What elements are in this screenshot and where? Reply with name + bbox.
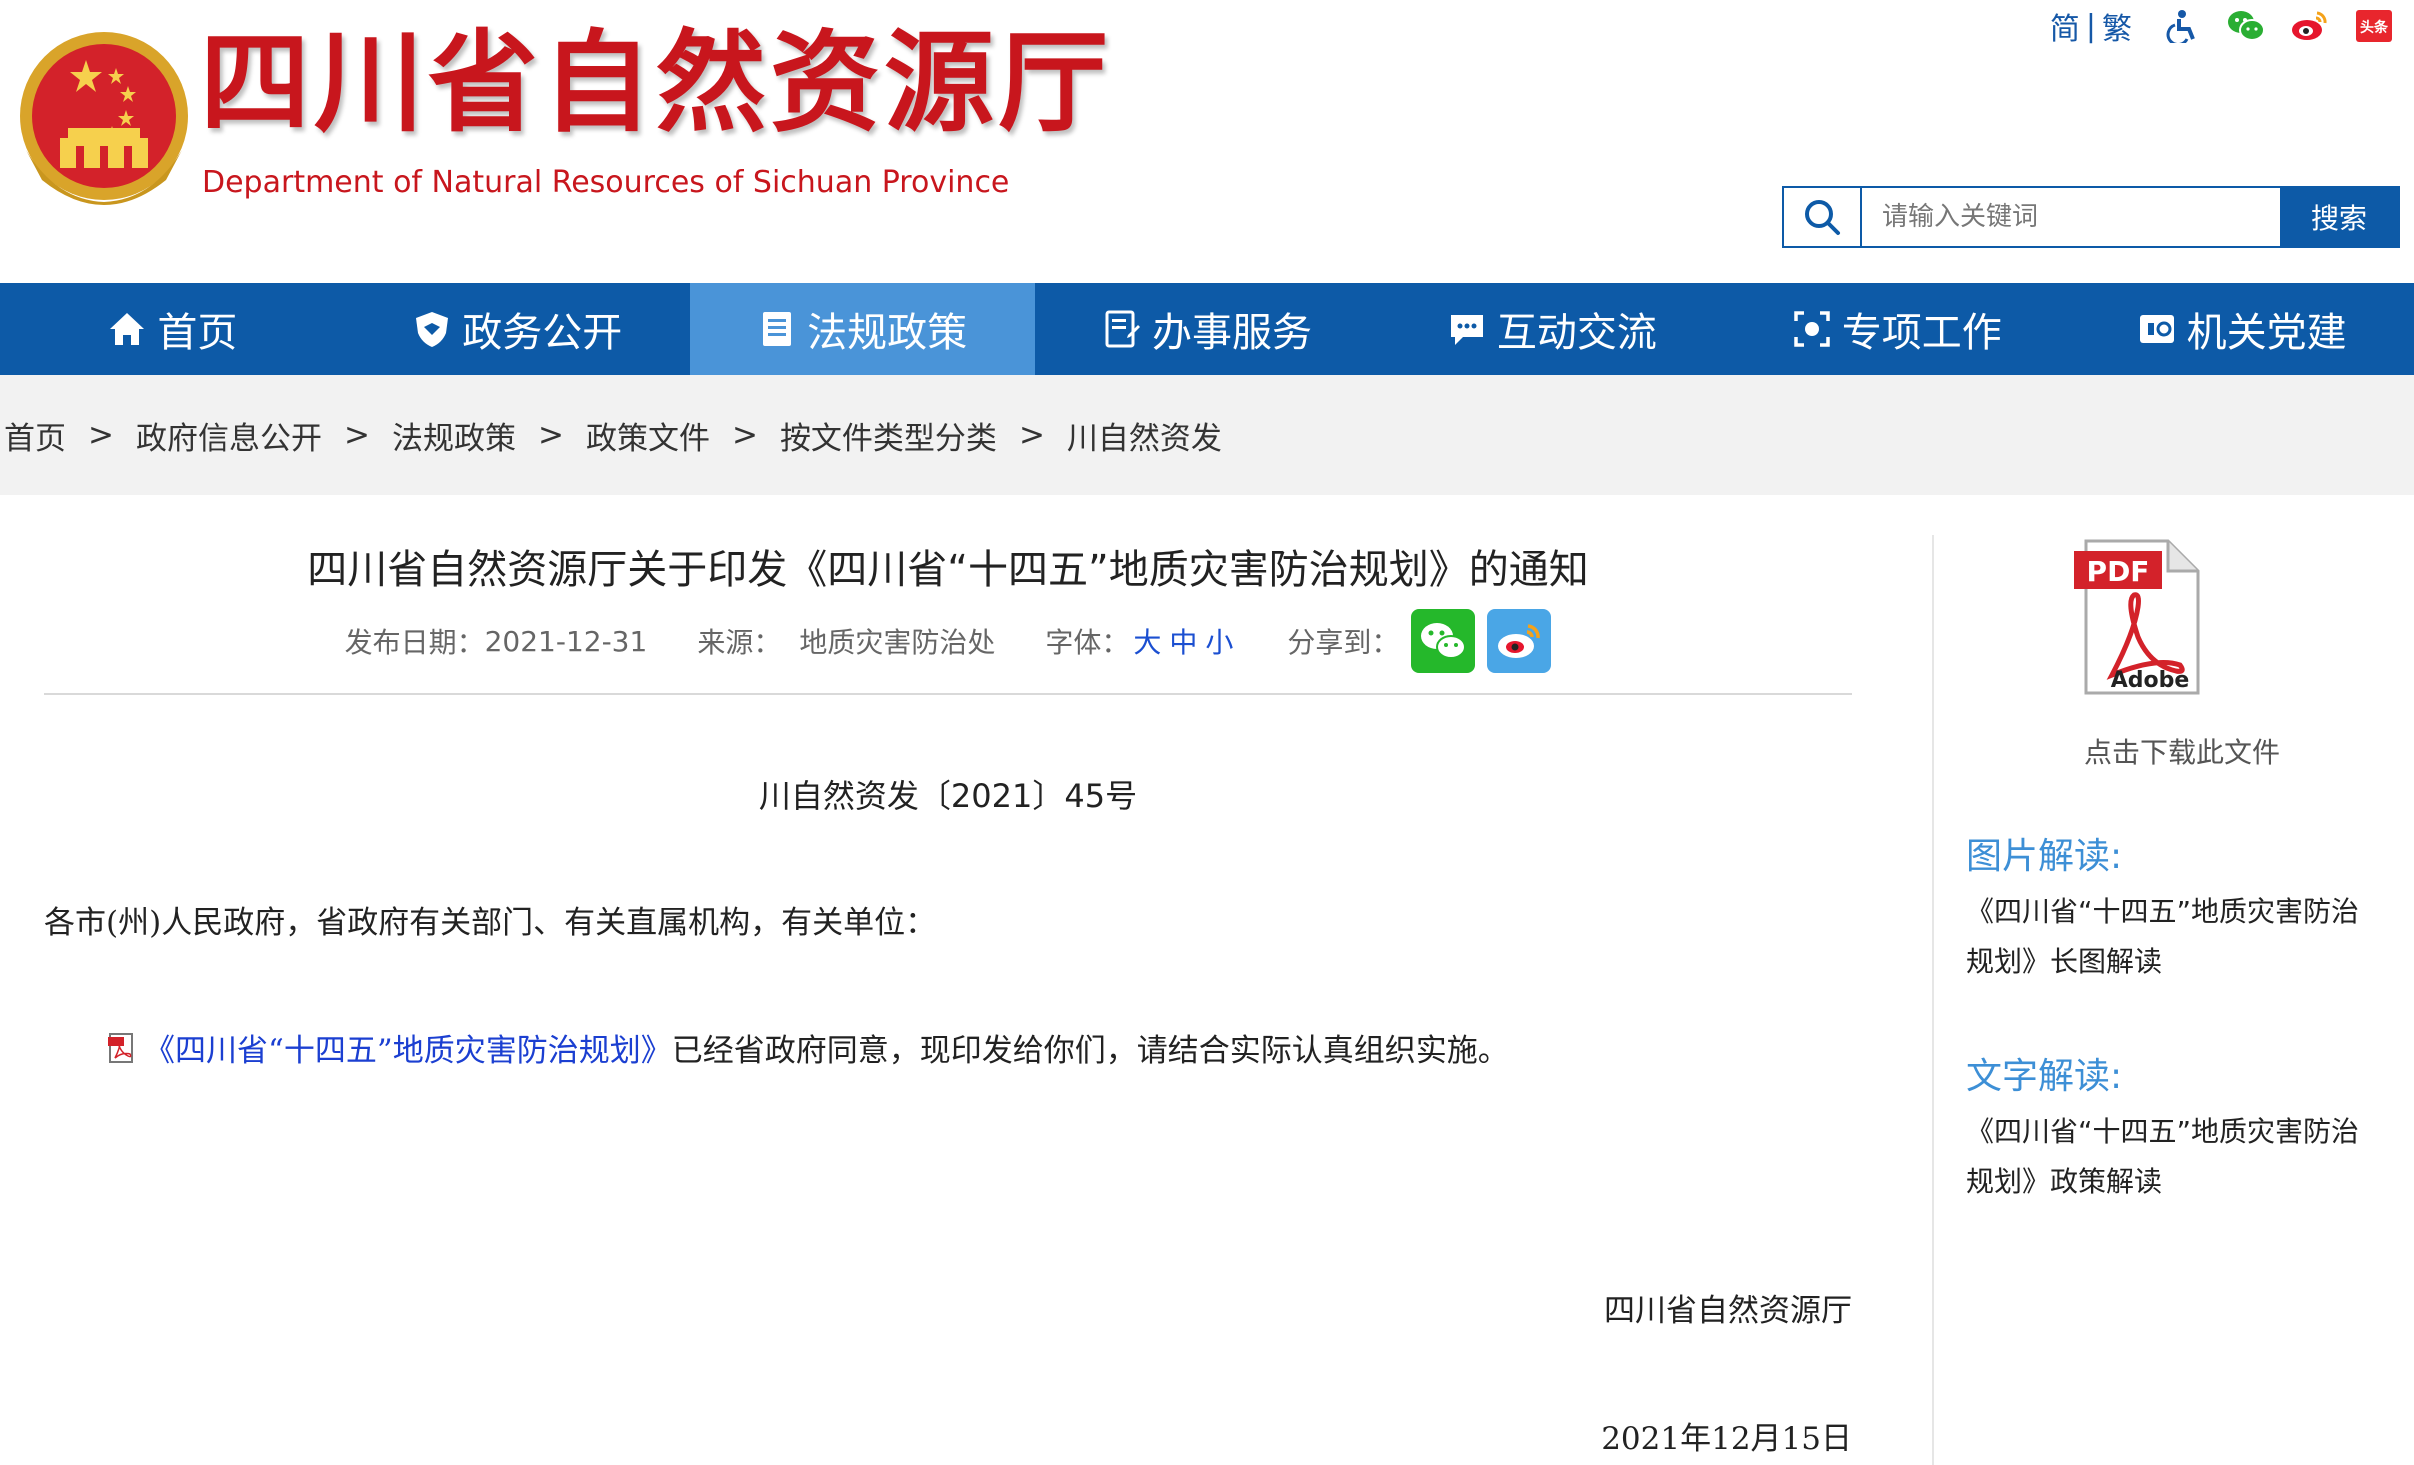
nav-item-special-work[interactable]: 专项工作 [1724, 283, 2069, 375]
plan-document-link[interactable]: 《四川省“十四五”地质灾害防治规划》 [144, 1025, 672, 1070]
pdf-file-icon [108, 1032, 133, 1063]
nav-label: 互动交流 [1496, 310, 1657, 356]
body-text: 已经省政府同意，现印发给你们，请结合实际认真组织实施。 [671, 1033, 1509, 1069]
breadcrumb-home[interactable]: 首页 [4, 413, 66, 458]
weibo-icon[interactable] [2290, 6, 2330, 46]
font-large-button[interactable]: 大 [1133, 621, 1161, 661]
pdf-download-caption[interactable]: 点击下载此文件 [1962, 731, 2402, 771]
document-number: 川自然资发〔2021〕45号 [758, 777, 1138, 815]
search-input[interactable] [1862, 188, 2280, 246]
font-medium-button[interactable]: 中 [1169, 621, 1197, 661]
title-divider [44, 693, 1852, 695]
article-meta: 发布日期： 2021-12-31 来源： 地质灾害防治处 字体： 大 中 小 分… [44, 609, 1852, 673]
share-wechat-button[interactable] [1411, 609, 1476, 673]
share-label: 分享到： [1287, 626, 1400, 659]
image-interpretation-heading: 图片解读: [1966, 836, 2123, 877]
article-main: 四川省自然资源厅关于印发《四川省“十四五”地质灾害防治规划》的通知 发布日期： … [44, 495, 1852, 1465]
site-header: 四川省自然资源厅 Department of Natural Resources… [0, 0, 2414, 283]
signature-date: 2021年12月15日 [1601, 1421, 1852, 1457]
salutation: 各市(州)人民政府，省政府有关部门、有关直属机构，有关单位： [44, 905, 937, 941]
breadcrumb-current[interactable]: 川自然资发 [1067, 413, 1222, 458]
sidebar: PDF Adobe 点击下载此文件 图片解读: 《四川省“十四五”地质灾害防治规… [1962, 495, 2402, 1465]
simplified-chinese-link[interactable]: 简 [2044, 4, 2086, 48]
nav-item-government-affairs[interactable]: 政务公开 [345, 283, 690, 375]
text-interpretation-heading: 文字解读: [1966, 1056, 2123, 1097]
shield-icon [416, 312, 449, 347]
toutiao-label: 头条 [2360, 19, 2389, 36]
nav-label: 政务公开 [462, 310, 623, 356]
publish-date: 2021-12-31 [484, 624, 648, 658]
document-icon [763, 312, 792, 346]
breadcrumb-separator: > [537, 417, 564, 453]
pdf-download-icon[interactable]: PDF Adobe [2072, 537, 2202, 697]
breadcrumb-separator: > [343, 417, 370, 453]
breadcrumb-gov-info[interactable]: 政府信息公开 [136, 413, 322, 458]
breadcrumb-policy-docs[interactable]: 政策文件 [586, 413, 710, 458]
breadcrumb-separator: > [1018, 417, 1045, 453]
signature-org: 四川省自然资源厅 [1604, 1293, 1852, 1329]
site-title: 四川省自然资源厅 [200, 19, 1112, 147]
traditional-chinese-link[interactable]: 繁 [2096, 4, 2138, 48]
search-button[interactable]: 搜索 [2280, 188, 2398, 246]
toutiao-icon[interactable]: 头条 [2354, 6, 2394, 46]
main-nav: 首页 政务公开 法规政策 办事服务 互动交流 专项工作 机关党建 [0, 283, 2414, 375]
source-label: 来源： [697, 626, 782, 659]
wechat-icon [1421, 623, 1467, 659]
font-size-label: 字体： [1045, 626, 1130, 659]
accessibility-icon[interactable] [2162, 6, 2202, 46]
date-label: 发布日期： [344, 626, 485, 659]
column-divider [1932, 535, 1934, 1465]
content-card: 四川省自然资源厅关于印发《四川省“十四五”地质灾害防治规划》的通知 发布日期： … [0, 495, 2414, 1465]
nav-item-interaction[interactable]: 互动交流 [1379, 283, 1724, 375]
breadcrumb-separator: > [88, 417, 114, 453]
text-interpretation-link[interactable]: 《四川省“十四五”地质灾害防治规划》政策解读 [1966, 1107, 2386, 1207]
adobe-label: Adobe [2111, 668, 2190, 693]
article-title: 四川省自然资源厅关于印发《四川省“十四五”地质灾害防治规划》的通知 [307, 547, 1589, 593]
font-small-button[interactable]: 小 [1205, 621, 1233, 661]
breadcrumb-regulations[interactable]: 法规政策 [392, 413, 516, 458]
focus-icon [1793, 311, 1830, 347]
nav-label: 专项工作 [1841, 310, 2002, 356]
party-icon [2139, 315, 2174, 343]
nav-item-services[interactable]: 办事服务 [1035, 283, 1380, 375]
pdf-label: PDF [2087, 555, 2150, 588]
breadcrumb-separator: > [731, 417, 758, 453]
nav-label: 法规政策 [807, 310, 968, 356]
source-value: 地质灾害防治处 [799, 626, 996, 659]
weibo-icon [1498, 624, 1541, 658]
breadcrumb: 首页 > 政府信息公开 > 法规政策 > 政策文件 > 按文件类型分类 > 川自… [0, 375, 2414, 495]
chat-icon [1450, 315, 1483, 345]
nav-item-regulations[interactable]: 法规政策 [689, 283, 1035, 375]
nav-label: 机关党建 [2186, 310, 2347, 356]
national-emblem-icon [20, 32, 188, 205]
search-box: 搜索 [1782, 186, 2400, 248]
image-interpretation-link[interactable]: 《四川省“十四五”地质灾害防治规划》长图解读 [1966, 887, 2386, 987]
body-paragraph: 《四川省“十四五”地质灾害防治规划》 已经省政府同意，现印发给你们，请结合实际认… [106, 1025, 1509, 1070]
nav-item-home[interactable]: 首页 [0, 283, 345, 375]
search-icon[interactable] [1784, 188, 1862, 246]
site-subtitle: Department of Natural Resources of Sichu… [202, 165, 1010, 200]
wechat-icon[interactable] [2226, 6, 2266, 46]
breadcrumb-by-type[interactable]: 按文件类型分类 [780, 413, 997, 458]
form-icon [1105, 310, 1140, 348]
home-icon [110, 313, 145, 345]
top-links: 简 | 繁 头条 [2044, 4, 2394, 48]
nav-label: 首页 [157, 310, 238, 356]
nav-label: 办事服务 [1152, 310, 1312, 356]
share-weibo-button[interactable] [1487, 609, 1552, 673]
lang-separator: | [2085, 8, 2096, 44]
nav-item-party-building[interactable]: 机关党建 [2069, 283, 2414, 375]
